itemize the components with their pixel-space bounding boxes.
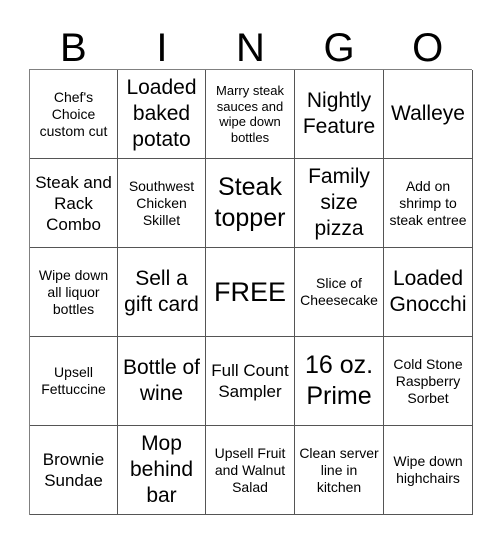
bingo-cell-label: Bottle of wine (122, 356, 201, 405)
bingo-cell-label: Walleye (391, 102, 465, 125)
free-space-label: FREE (213, 277, 286, 307)
bingo-cell-g3[interactable]: Slice of Cheesecake (295, 248, 384, 337)
bingo-cell-free-space[interactable]: FREE (206, 248, 295, 337)
bingo-card: B I N G O Chef's Choice custom cut Loade… (0, 0, 500, 544)
bingo-cell-o2[interactable]: Add on shrimp to steak entree (384, 159, 473, 248)
bingo-header-letter-n: N (236, 26, 265, 70)
bingo-cell-n5[interactable]: Upsell Fruit and Walnut Salad (206, 426, 295, 515)
bingo-cell-o1[interactable]: Walleye (384, 70, 473, 159)
bingo-cell-n4[interactable]: Full Count Sampler (206, 337, 295, 426)
bingo-cell-g5[interactable]: Clean server line in kitchen (295, 426, 384, 515)
bingo-cell-label: Marry steak sauces and wipe down bottles (216, 83, 284, 145)
bingo-cell-label: Sell a gift card (124, 267, 199, 316)
bingo-cell-b2[interactable]: Steak and Rack Combo (30, 159, 118, 248)
bingo-cell-label: Family size pizza (308, 165, 370, 240)
bingo-cell-label: Mop behind bar (129, 432, 194, 507)
bingo-cell-label: Clean server line in kitchen (299, 444, 379, 495)
bingo-cell-b5[interactable]: Brownie Sundae (30, 426, 118, 515)
bingo-cell-label: 16 oz. Prime (304, 351, 374, 410)
bingo-cell-label: Chef's Choice custom cut (39, 88, 108, 139)
bingo-grid: Chef's Choice custom cut Loaded baked po… (29, 69, 473, 515)
bingo-cell-label: Wipe down all liquor bottles (38, 266, 109, 317)
bingo-cell-label: Nightly Feature (302, 89, 376, 138)
bingo-cell-o4[interactable]: Cold Stone Raspberry Sorbet (384, 337, 473, 426)
bingo-header-letter-g: G (323, 26, 355, 70)
bingo-cell-label: Steak topper (214, 173, 286, 232)
bingo-cell-n2[interactable]: Steak topper (206, 159, 295, 248)
bingo-header-letter-o: O (412, 26, 444, 70)
bingo-cell-label: Loaded Gnocchi (389, 267, 467, 316)
bingo-header-letter-i: I (156, 26, 168, 70)
bingo-cell-i1[interactable]: Loaded baked potato (118, 70, 206, 159)
bingo-cell-label: Cold Stone Raspberry Sorbet (393, 355, 463, 406)
bingo-header-row: B I N G O (29, 14, 472, 69)
bingo-cell-g2[interactable]: Family size pizza (295, 159, 384, 248)
bingo-cell-b4[interactable]: Upsell Fettuccine (30, 337, 118, 426)
bingo-cell-o3[interactable]: Loaded Gnocchi (384, 248, 473, 337)
bingo-cell-i4[interactable]: Bottle of wine (118, 337, 206, 426)
bingo-cell-i3[interactable]: Sell a gift card (118, 248, 206, 337)
bingo-cell-label: Southwest Chicken Skillet (128, 177, 195, 228)
bingo-cell-o5[interactable]: Wipe down highchairs (384, 426, 473, 515)
bingo-cell-b3[interactable]: Wipe down all liquor bottles (30, 248, 118, 337)
bingo-header-letter-b: B (59, 26, 87, 70)
bingo-cell-label: Wipe down highchairs (393, 453, 463, 486)
bingo-cell-label: Upsell Fettuccine (41, 364, 106, 397)
bingo-cell-label: Add on shrimp to steak entree (389, 177, 467, 228)
bingo-cell-g1[interactable]: Nightly Feature (295, 70, 384, 159)
bingo-cell-label: Steak and Rack Combo (35, 172, 112, 234)
bingo-cell-b1[interactable]: Chef's Choice custom cut (30, 70, 118, 159)
bingo-cell-label: Upsell Fruit and Walnut Salad (214, 444, 286, 495)
bingo-cell-label: Full Count Sampler (211, 361, 289, 401)
bingo-cell-label: Brownie Sundae (42, 450, 105, 490)
bingo-cell-i2[interactable]: Southwest Chicken Skillet (118, 159, 206, 248)
bingo-cell-n1[interactable]: Marry steak sauces and wipe down bottles (206, 70, 295, 159)
bingo-cell-i5[interactable]: Mop behind bar (118, 426, 206, 515)
bingo-cell-label: Loaded baked potato (126, 76, 197, 151)
bingo-cell-g4[interactable]: 16 oz. Prime (295, 337, 384, 426)
bingo-cell-label: Slice of Cheesecake (300, 275, 378, 308)
